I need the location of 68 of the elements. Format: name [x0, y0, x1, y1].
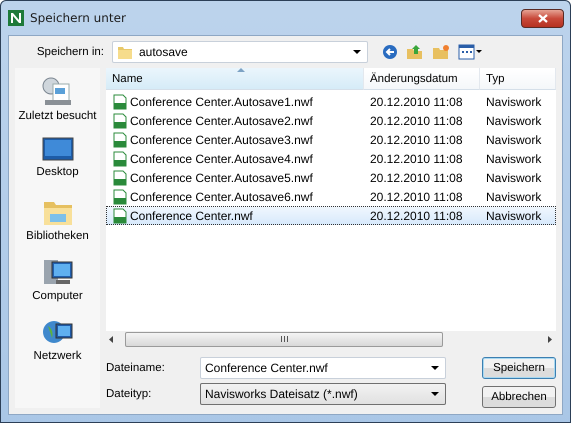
file-name: Conference Center.Autosave2.nwf [106, 112, 364, 128]
close-icon [538, 14, 548, 22]
date-cell-text: 20.12.2010 11:08 [369, 170, 464, 184]
file-row[interactable]: Conference Center.nwf 20.12.2010 11:08 Naviswork [106, 206, 556, 225]
file-icon [112, 170, 128, 186]
date-cell-text: 20.12.2010 11:08 [369, 94, 464, 108]
date-cell-text: 20.12.2010 11:08 [369, 132, 464, 146]
sort-arrow-icon [237, 68, 245, 72]
file-name: Conference Center.Autosave5.nwf [106, 170, 364, 186]
file-icon [112, 132, 128, 148]
type-cell-text: Naviswork [485, 94, 542, 108]
date-cell-text: 20.12.2010 11:08 [369, 190, 464, 204]
type-cell-text: Naviswork [485, 132, 542, 146]
sidebar-item[interactable]: Desktop [36, 136, 79, 194]
file-name: Conference Center.nwf [106, 208, 364, 224]
back-icon[interactable] [382, 44, 398, 60]
file-row[interactable]: Conference Center.Autosave5.nwf 20.12.2010 11:08 Naviswork [106, 168, 556, 187]
scroll-left-icon[interactable] [109, 336, 113, 342]
file-row[interactable]: Conference Center.Autosave4.nwf 20.12.2010 11:08 Naviswork [106, 149, 556, 168]
date-cell-text: 20.12.2010 11:08 [369, 152, 464, 166]
type-cell-text: Naviswork [485, 152, 542, 166]
sidebar-item[interactable]: Bibliotheken [26, 196, 89, 254]
file-row[interactable]: Conference Center.Autosave2.nwf 20.12.2010 11:08 Naviswork [106, 111, 556, 130]
type-cell-text: Naviswork [485, 190, 542, 204]
file-row[interactable]: Conference Center.Autosave3.nwf 20.12.2010 11:08 Naviswork [106, 130, 556, 149]
file-name: Conference Center.Autosave4.nwf [106, 150, 364, 166]
dropdown-caret-icon[interactable] [353, 50, 361, 54]
grip-icon [280, 336, 288, 342]
file-icon [112, 112, 128, 128]
date-cell-text: 20.12.2010 11:08 [369, 114, 464, 128]
file-icon [112, 150, 128, 166]
sidebar-item[interactable]: Zuletzt besucht [18, 76, 96, 134]
dropdown-caret-icon[interactable] [431, 366, 439, 370]
file-icon [112, 188, 128, 204]
type-cell-text: Naviswork [485, 208, 542, 222]
column-header[interactable]: Typ [480, 68, 556, 90]
clock-documents-icon [41, 76, 74, 108]
date-cell-text: 20.12.2010 11:08 [369, 208, 464, 222]
cancel-button[interactable]: Abbrechen [482, 386, 556, 408]
sidebar-item[interactable]: Netzwerk [34, 316, 82, 374]
window-title: Speichern unter [30, 11, 127, 25]
up-folder-icon[interactable] [406, 44, 424, 60]
scroll-right-icon[interactable] [548, 336, 552, 342]
file-row[interactable]: Conference Center.Autosave1.nwf 20.12.2010 11:08 Naviswork [106, 92, 556, 111]
type-cell-text: Naviswork [485, 114, 542, 128]
filetype-dropdown[interactable]: Navisworks Dateisatz (*.nwf) [200, 383, 446, 405]
type-cell-text: Naviswork [485, 170, 542, 184]
file-icon [112, 208, 128, 224]
file-icon [112, 94, 128, 110]
view-menu-icon[interactable] [458, 44, 482, 60]
file-name: Conference Center.Autosave6.nwf [106, 188, 364, 204]
close-button[interactable] [521, 8, 564, 28]
sidebar-item[interactable]: Computer [32, 256, 83, 314]
column-header[interactable]: Name [106, 68, 364, 90]
file-name: Conference Center.Autosave1.nwf [106, 94, 364, 110]
dropdown-caret-icon[interactable] [431, 392, 439, 396]
app-logo-icon [8, 10, 24, 26]
filetype-label: Dateityp: [106, 388, 152, 400]
column-header[interactable]: Änderungsdatum [364, 68, 480, 90]
scroll-thumb[interactable] [125, 332, 443, 346]
filename-label: Dateiname: [106, 362, 166, 374]
file-name: Conference Center.Autosave3.nwf [106, 132, 364, 148]
location-dropdown[interactable]: autosave [112, 41, 368, 63]
save-button[interactable]: Speichern [482, 357, 556, 379]
location-label: Speichern in: [36, 46, 104, 58]
filename-field[interactable]: Conference Center.nwf [200, 357, 446, 379]
file-row[interactable]: Conference Center.Autosave6.nwf 20.12.2010 11:08 Naviswork [106, 187, 556, 206]
folder-icon [117, 44, 133, 60]
